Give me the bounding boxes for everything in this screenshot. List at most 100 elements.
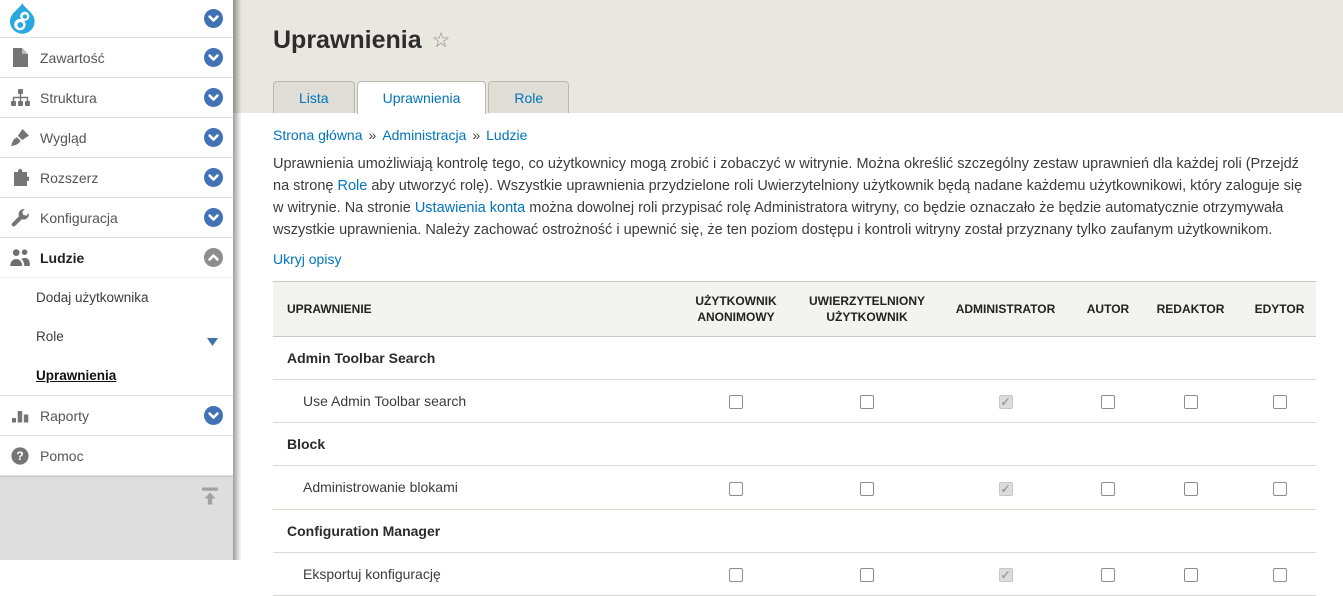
sidebar-submenu: Dodaj użytkownika Role Uprawnienia [0,278,233,396]
sidebar-item-raporty[interactable]: Raporty [0,396,233,436]
chevron-down-icon[interactable] [204,128,223,147]
sidebar-item-ludzie[interactable]: Ludzie [0,238,233,278]
sidebar-subitem-uprawnienia[interactable]: Uprawnienia [0,356,233,395]
column-header-uprawnienie: UPRAWNIENIE [273,281,671,337]
page-description: Uprawnienia umożliwiają kontrolę tego, c… [273,153,1315,241]
permission-checkbox[interactable] [860,567,874,582]
permission-checkbox[interactable] [1101,567,1115,582]
sidebar-item-label: Ludzie [40,249,85,266]
checkbox-cell [801,552,933,596]
checkbox-cell [1243,465,1316,510]
chevron-down-icon[interactable] [204,9,223,28]
breadcrumb-separator: » [368,127,377,143]
permission-checkbox[interactable] [1183,395,1198,410]
drupal-logo-icon [9,3,36,34]
column-header-uzytkownik-anonimowy: UŻYTKOWNIK ANONIMOWY [671,281,801,337]
sidebar-item-label: Rozszerz [40,169,99,186]
description-link-role[interactable]: Role [338,178,368,194]
scroll-to-top-icon[interactable] [199,485,221,512]
permission-checkbox [998,567,1013,582]
permission-label: Administrowanie blokami [273,465,671,510]
chevron-down-icon[interactable] [204,48,223,67]
checkbox-cell [1078,379,1138,424]
people-icon [9,249,31,266]
breadcrumb-link-strona-g-owna[interactable]: Strona główna [273,127,363,143]
chevron-down-icon[interactable] [204,88,223,107]
paintbrush-icon [9,128,31,147]
barchart-icon [9,408,31,424]
sidebar-item-wyglad[interactable]: Wygląd [0,118,233,158]
module-group-label: Admin Toolbar Search [273,336,1316,380]
checkbox-cell [801,465,933,510]
sitemap-icon [9,89,31,106]
permission-row: Use Admin Toolbar search [273,379,1316,424]
star-outline-icon[interactable]: ☆ [432,28,451,53]
permission-checkbox[interactable] [1101,395,1115,410]
help-icon: ? [9,446,31,465]
permission-checkbox [998,481,1013,496]
permission-checkbox[interactable] [729,481,743,496]
checkbox-cell [1138,552,1243,596]
tab-role[interactable]: Role [488,81,570,113]
module-group-row: Admin Toolbar Search [273,336,1316,380]
sidebar-item-konfiguracja[interactable]: Konfiguracja [0,198,233,238]
sidebar-item-pomoc[interactable]: ? Pomoc [0,436,233,476]
permission-checkbox[interactable] [1272,481,1287,496]
checkbox-cell [933,379,1078,424]
checkbox-cell [801,379,933,424]
chevron-up-icon[interactable] [204,248,223,267]
description-link-ustawienia-konta[interactable]: Ustawienia konta [415,200,525,216]
sidebar-subitem-label: Uprawnienia [36,368,117,383]
sidebar-item-rozszerz[interactable]: Rozszerz [0,158,233,198]
triangle-down-icon[interactable] [207,334,218,349]
sidebar-item-label: Struktura [40,89,97,106]
tab-lista[interactable]: Lista [273,81,355,113]
module-group-row: Configuration Manager [273,509,1316,553]
module-group-label: Configuration Manager [273,509,1316,553]
page-title-text: Uprawnienia [273,26,422,54]
permission-checkbox[interactable] [860,395,874,410]
permission-checkbox[interactable] [1272,395,1287,410]
module-group-row: Block [273,422,1316,467]
permissions-table: UPRAWNIENIE UŻYTKOWNIK ANONIMOWY UWIERZYTE… [273,281,1316,596]
sidebar-subitem-label: Dodaj użytkownika [36,290,149,305]
checkbox-cell [1243,379,1316,424]
chevron-down-icon[interactable] [204,208,223,227]
checkbox-cell [1078,552,1138,596]
sidebar-home-item[interactable] [0,0,233,38]
permission-checkbox[interactable] [729,567,743,582]
permission-checkbox[interactable] [1183,567,1198,582]
chevron-down-icon[interactable] [204,168,223,187]
sidebar-item-label: Zawartość [40,49,105,66]
permission-checkbox[interactable] [1183,481,1198,496]
chevron-down-icon[interactable] [204,406,223,425]
sidebar-item-zawartosc[interactable]: Zawartość [0,38,233,78]
permission-checkbox[interactable] [1272,567,1287,582]
svg-text:?: ? [16,449,23,463]
checkbox-cell [1078,465,1138,510]
column-header-redaktor: REDAKTOR [1138,281,1243,337]
permission-label: Use Admin Toolbar search [273,379,671,424]
breadcrumb-link-administracja[interactable]: Administracja [382,127,466,143]
permission-checkbox [998,395,1013,410]
sidebar-subitem-role[interactable]: Role [0,317,233,356]
sidebar-item-label: Raporty [40,407,90,424]
permission-checkbox[interactable] [860,481,874,496]
hide-descriptions-link[interactable]: Ukryj opisy [273,251,341,267]
breadcrumb-separator: » [472,127,481,143]
breadcrumb: Strona główna » Administracja » Ludzie [273,127,1315,143]
permission-checkbox[interactable] [729,395,743,410]
sidebar-footer [0,476,233,560]
sidebar-menu: Zawartość Struktura Wygląd Rozszerz Konfigur… [0,38,233,476]
column-header-edytor: EDYTOR [1243,281,1316,337]
breadcrumb-link-ludzie[interactable]: Ludzie [486,127,527,143]
checkbox-cell [1243,552,1316,596]
sidebar-subitem-dodaj-uzytkownika[interactable]: Dodaj użytkownika [0,278,233,317]
main-content: Uprawnienia ☆ Lista Uprawnienia Role Stron… [233,0,1343,596]
sidebar-item-label: Pomoc [40,447,84,464]
admin-sidebar: Zawartość Struktura Wygląd Rozszerz Konfigur… [0,0,241,560]
permission-checkbox[interactable] [1101,481,1115,496]
tab-uprawnienia[interactable]: Uprawnienia [356,81,487,114]
sidebar-item-struktura[interactable]: Struktura [0,78,233,118]
page-title: Uprawnienia ☆ [273,26,1343,55]
